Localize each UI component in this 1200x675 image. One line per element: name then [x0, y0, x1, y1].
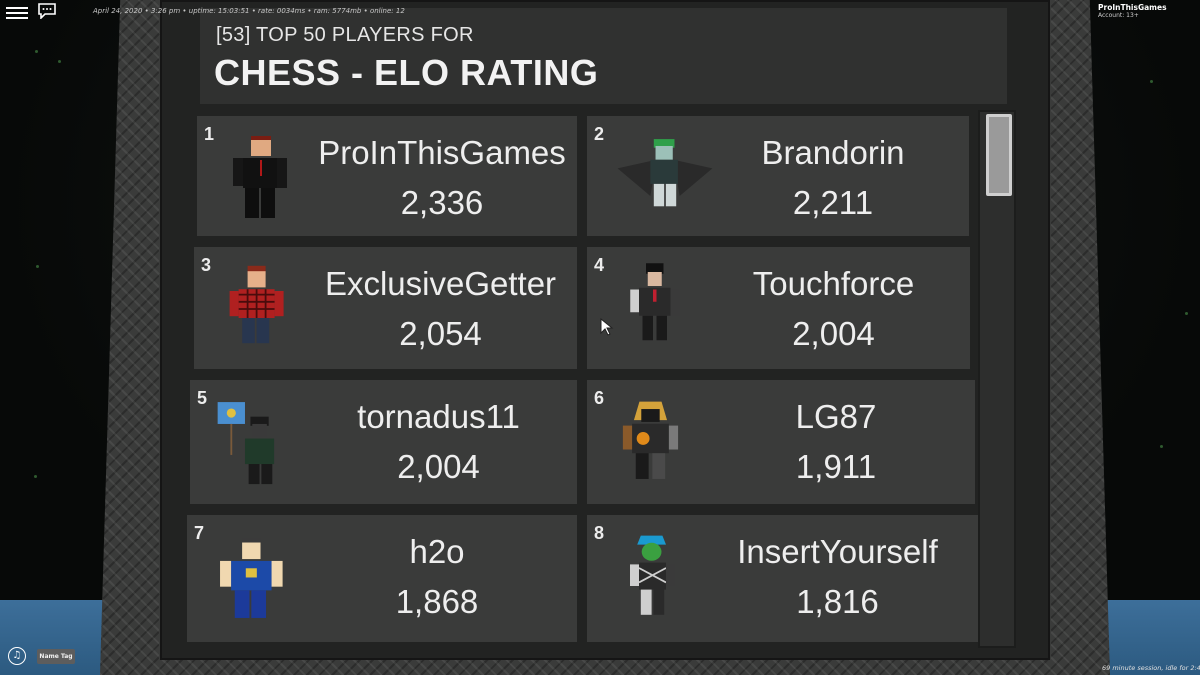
- player-avatar: [622, 401, 679, 479]
- star-decoration: [1150, 80, 1153, 83]
- player-rank: 3: [201, 255, 212, 275]
- music-note-icon[interactable]: ♫: [8, 647, 26, 665]
- player-name: ExclusiveGetter: [324, 265, 557, 302]
- player-avatar: [220, 538, 283, 618]
- player-avatar: [630, 263, 680, 341]
- player-avatar: [233, 136, 287, 218]
- account-age-label: Account: 13+: [1098, 12, 1139, 19]
- player-rating: 2,211: [792, 184, 874, 221]
- player-card: 5 tornadus11 2,004: [190, 380, 577, 504]
- player-name: Touchforce: [752, 265, 915, 302]
- player-avatar: [217, 402, 275, 485]
- player-rank: 2: [594, 124, 605, 144]
- star-decoration: [58, 60, 61, 63]
- leaderboard-subtitle: [53] TOP 50 PLAYERS FOR: [216, 24, 474, 46]
- star-decoration: [1185, 312, 1188, 315]
- player-name: tornadus11: [357, 398, 520, 435]
- player-card: 6 LG87 1,911: [587, 380, 975, 504]
- player-rank: 1: [204, 124, 215, 144]
- player-name: Brandorin: [761, 134, 905, 171]
- player-name: LG87: [795, 398, 877, 435]
- player-card: 2 Brandorin 2,211: [587, 116, 969, 236]
- player-avatar: [630, 535, 675, 615]
- player-name: h2o: [409, 533, 465, 570]
- name-tag-button[interactable]: Name Tag: [37, 649, 75, 664]
- player-rating: 1,868: [395, 583, 479, 620]
- player-rank: 4: [594, 255, 605, 275]
- player-rating: 2,054: [399, 315, 482, 352]
- player-name: ProInThisGames: [318, 134, 566, 171]
- leaderboard-title: CHESS - ELO RATING: [214, 52, 599, 93]
- mouse-cursor-icon: [600, 318, 614, 336]
- player-name: InsertYourself: [737, 533, 938, 570]
- username-label[interactable]: ProInThisGames: [1098, 3, 1167, 12]
- server-status-line: April 24, 2020 • 3:26 pm • uptime: 15:03…: [93, 7, 405, 15]
- player-avatar: [229, 265, 284, 344]
- player-card: 1 ProInThisGames 2,336: [197, 116, 577, 236]
- player-rank: 6: [594, 388, 605, 408]
- player-rank: 7: [194, 523, 205, 543]
- player-card: 8 InsertYourself 1,816: [587, 515, 978, 642]
- hamburger-menu-icon[interactable]: [6, 4, 28, 22]
- leaderboard-scrollbar[interactable]: [978, 110, 1016, 648]
- player-rank: 5: [197, 388, 208, 408]
- chat-bubble-icon[interactable]: [38, 3, 56, 19]
- player-rating: 1,911: [795, 448, 877, 485]
- player-rating: 2,004: [397, 448, 480, 485]
- player-card: 4 Touchforce 2,004: [587, 247, 970, 369]
- game-viewport: [53] TOP 50 PLAYERS FOR CHESS - ELO RATI…: [0, 0, 1200, 675]
- star-decoration: [35, 50, 38, 53]
- scrollbar-thumb[interactable]: [986, 114, 1012, 196]
- player-rating: 1,816: [796, 583, 879, 620]
- player-rating: 2,336: [400, 184, 484, 221]
- star-decoration: [34, 475, 37, 478]
- player-rating: 2,004: [792, 315, 875, 352]
- leaderboard-header: [53] TOP 50 PLAYERS FOR CHESS - ELO RATI…: [200, 8, 1007, 104]
- star-decoration: [36, 265, 39, 268]
- star-decoration: [1160, 445, 1163, 448]
- player-card: 3 ExclusiveGetter 2,054: [194, 247, 577, 369]
- player-card: 7 h2o 1,868: [187, 515, 577, 642]
- session-info: 69 minute session, idle for 2:43: [1102, 664, 1200, 672]
- player-rank: 8: [594, 523, 605, 543]
